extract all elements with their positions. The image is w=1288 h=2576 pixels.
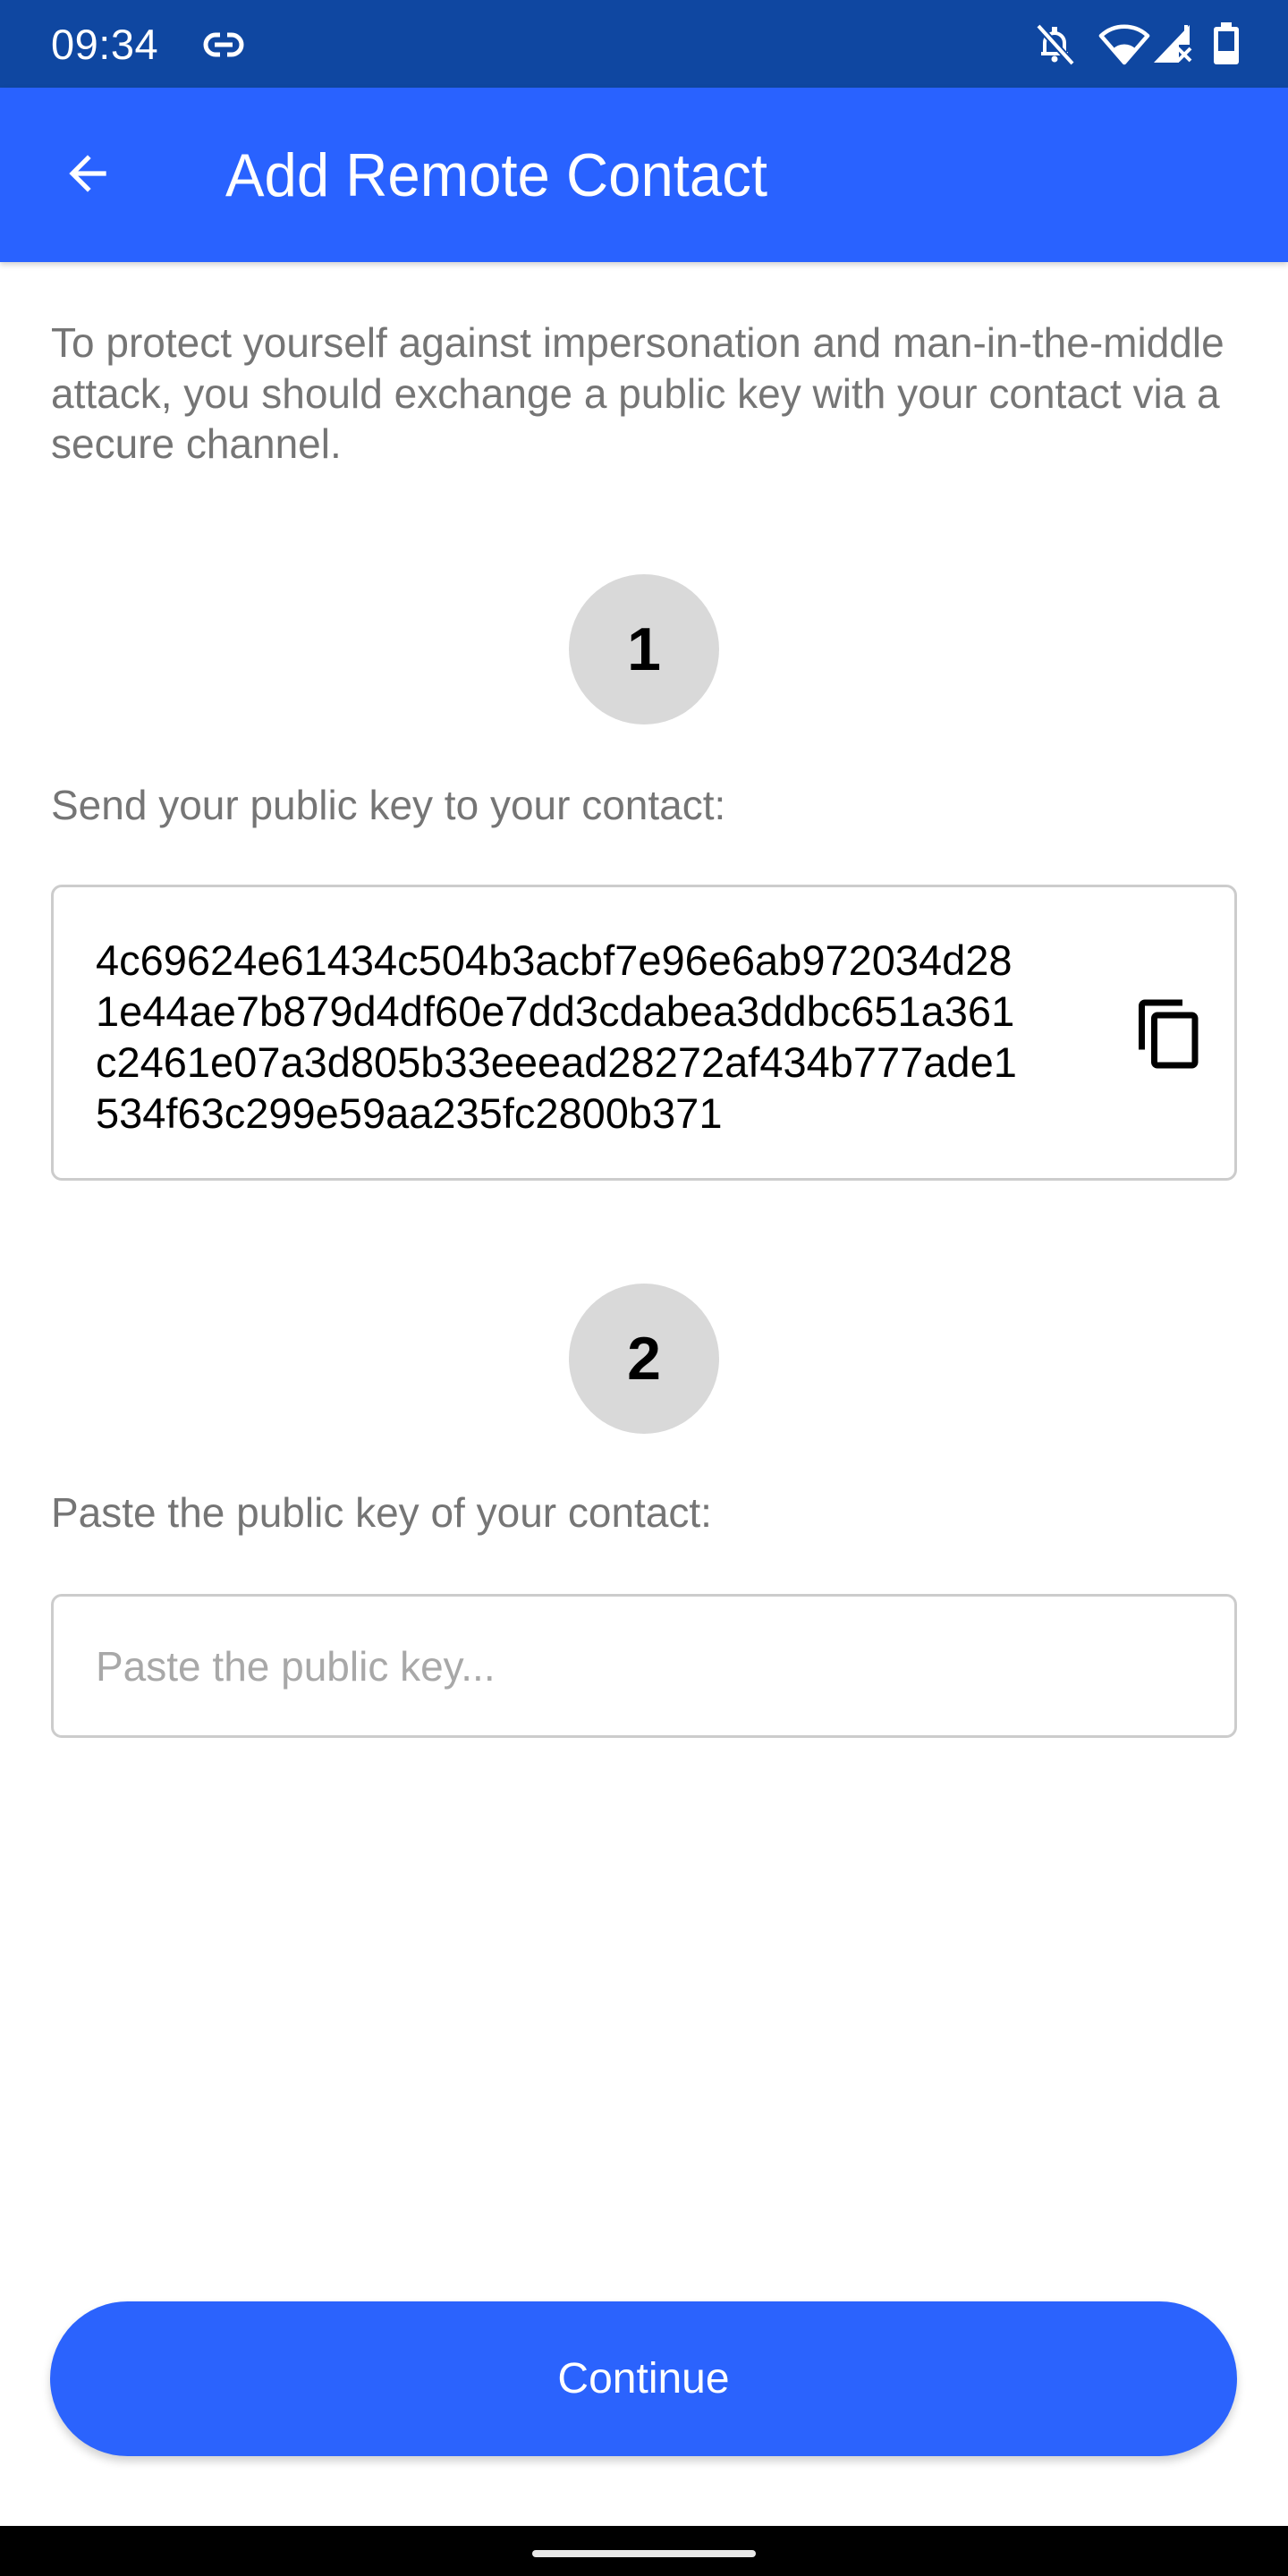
contact-public-key-input[interactable] <box>51 1594 1237 1738</box>
battery-icon <box>1211 21 1241 66</box>
continue-button[interactable]: Continue <box>50 2301 1237 2456</box>
step-2-number: 2 <box>627 1325 661 1393</box>
public-key-box: 4c69624e61434c504b3acbf7e96e6ab972034d28… <box>51 885 1237 1181</box>
step-1-label: Send your public key to your contact: <box>51 782 726 828</box>
back-button[interactable] <box>45 131 131 216</box>
arrow-back-icon <box>69 155 106 192</box>
page-title: Add Remote Contact <box>225 141 767 209</box>
step-2-label: Paste the public key of your contact: <box>51 1489 712 1536</box>
home-gesture-handle[interactable] <box>532 2550 756 2557</box>
bell-off-icon <box>1032 21 1077 66</box>
copy-key-button[interactable] <box>1118 982 1222 1086</box>
content-copy-icon <box>1139 999 1199 1069</box>
app-bar: Add Remote Contact <box>0 88 1288 262</box>
status-time: 09:34 <box>51 21 159 68</box>
status-bar: 09:34 <box>0 0 1288 88</box>
step-1-badge: 1 <box>569 574 719 724</box>
step-1-number: 1 <box>627 615 661 683</box>
my-public-key[interactable]: 4c69624e61434c504b3acbf7e96e6ab972034d28… <box>96 935 1080 1139</box>
wifi-icon <box>1098 21 1150 66</box>
signal-no-service-icon <box>1150 21 1195 66</box>
step-2-badge: 2 <box>569 1284 719 1434</box>
navigation-bar <box>0 2526 1288 2576</box>
intro-text: To protect yourself against impersonatio… <box>51 319 1224 467</box>
link-icon <box>202 27 245 63</box>
